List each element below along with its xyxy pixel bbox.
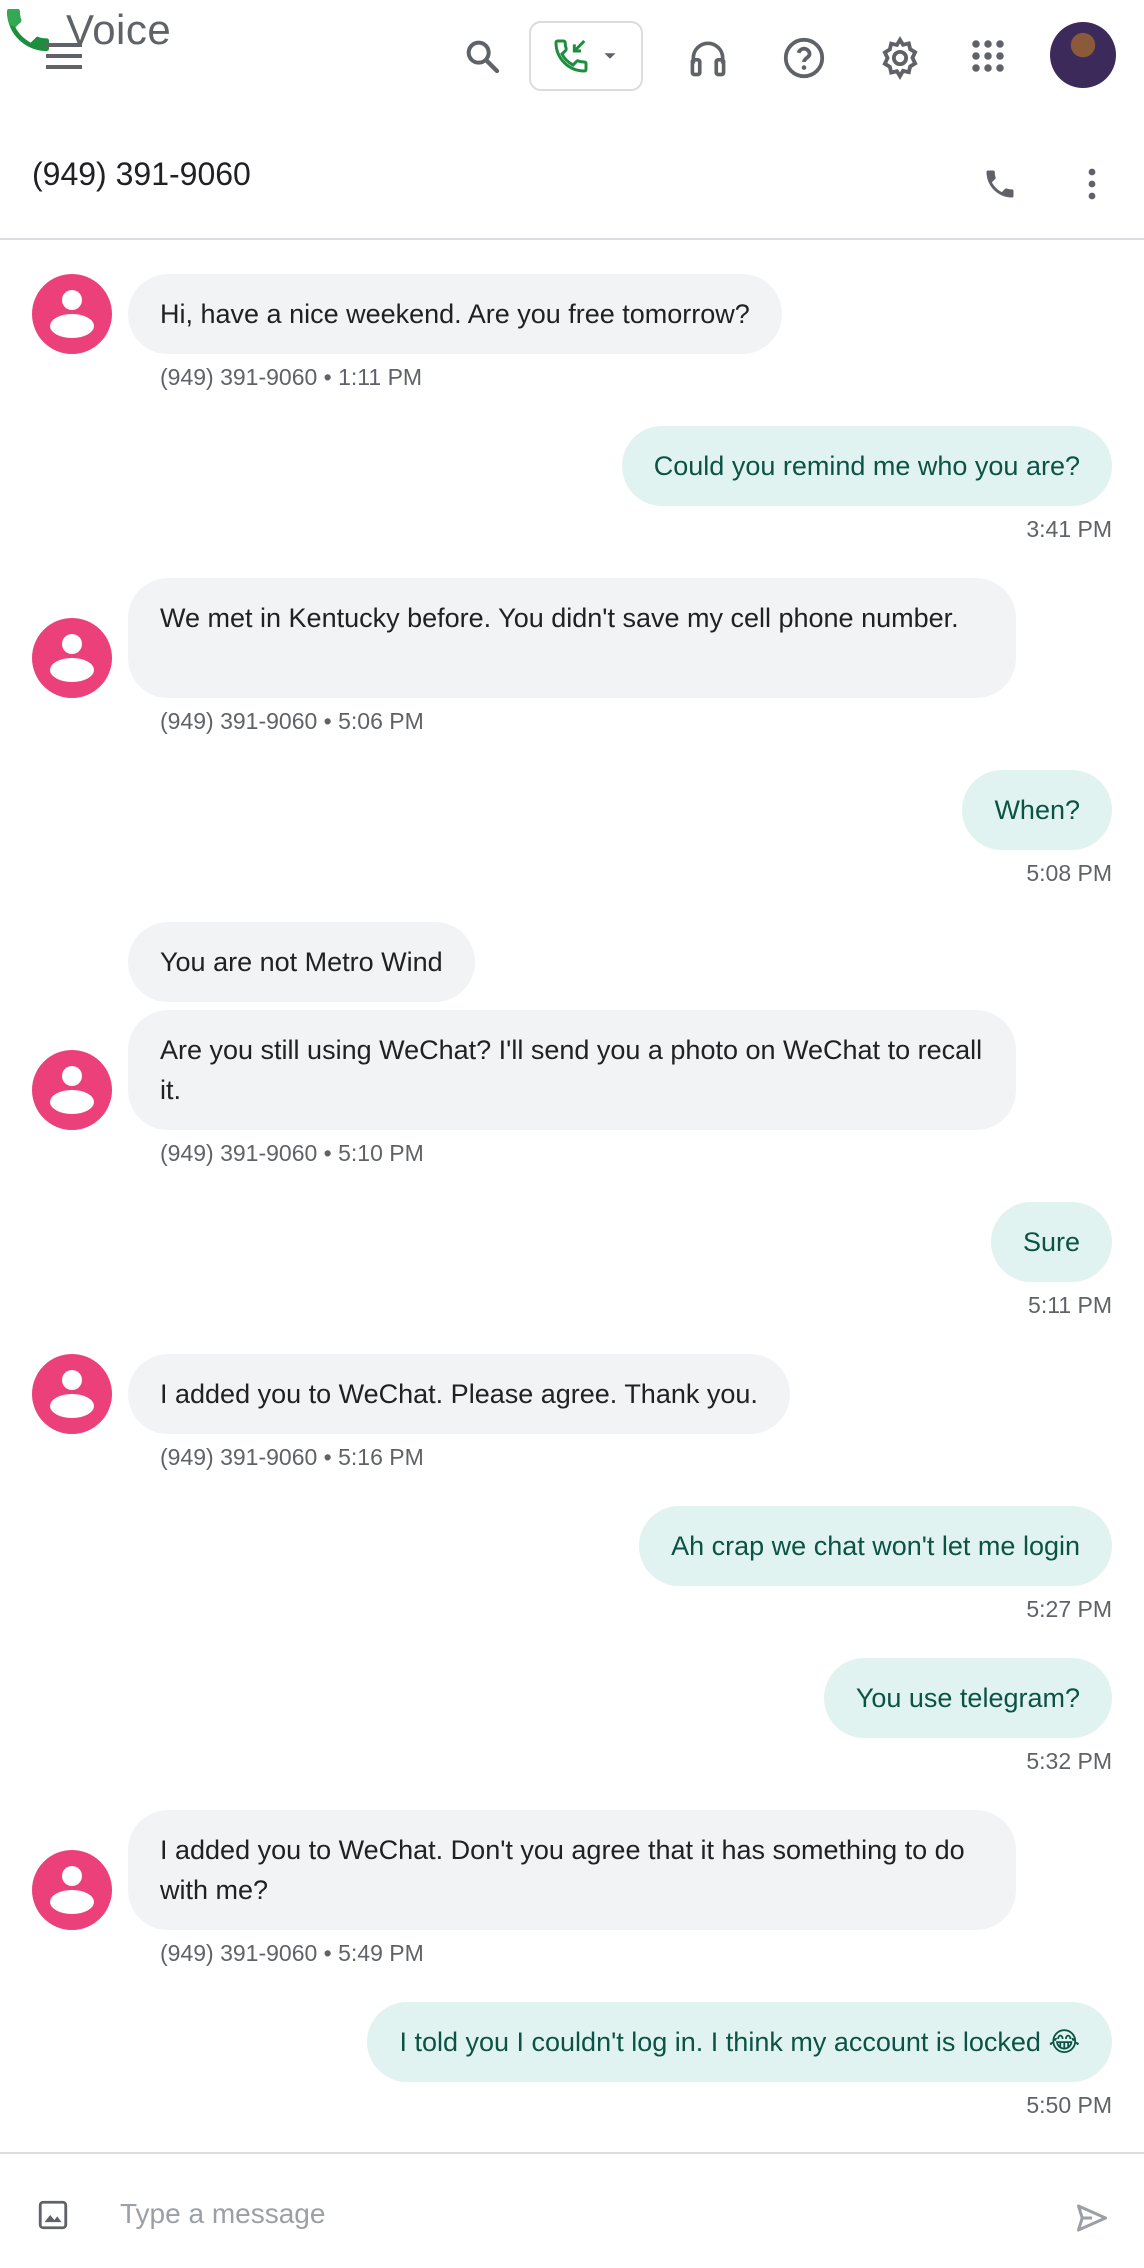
message-meta: 5:08 PM xyxy=(1026,860,1112,886)
settings-icon xyxy=(882,36,918,80)
contact-avatar-icon xyxy=(32,618,112,698)
message-meta: 5:27 PM xyxy=(1026,1596,1112,1622)
contact-avatar-icon xyxy=(32,1050,112,1130)
image-icon xyxy=(38,2200,68,2230)
chevron-down-icon xyxy=(604,53,616,59)
message-bubble-outgoing[interactable]: Ah crap we chat won't let me login xyxy=(639,1506,1112,1586)
send-button[interactable] xyxy=(1066,2192,1118,2244)
conversation-header: (949) 391-9060 xyxy=(0,116,1144,240)
message-meta: (949) 391-9060 • 5:49 PM xyxy=(160,1940,424,1966)
menu-button[interactable] xyxy=(28,26,100,86)
more-vert-icon xyxy=(1088,168,1096,200)
message-meta: 5:32 PM xyxy=(1026,1748,1112,1774)
contact-avatar-icon xyxy=(32,1354,112,1434)
message-bubble-incoming[interactable]: I added you to WeChat. Please agree. Tha… xyxy=(128,1354,790,1434)
call-mode-dropdown[interactable] xyxy=(529,21,643,91)
menu-icon xyxy=(46,43,82,69)
apps-icon xyxy=(972,40,1004,72)
message-meta: (949) 391-9060 • 5:16 PM xyxy=(160,1444,424,1470)
attach-image-button[interactable] xyxy=(30,2192,76,2238)
conversation-title: (949) 391-9060 xyxy=(32,156,251,192)
message-bubble-incoming[interactable]: We met in Kentucky before. You didn't sa… xyxy=(128,578,1016,698)
message-bubble-outgoing[interactable]: When? xyxy=(962,770,1112,850)
message-meta: 5:11 PM xyxy=(1028,1292,1112,1318)
incoming-call-icon xyxy=(554,39,588,73)
account-avatar[interactable] xyxy=(1050,22,1116,88)
apps-button[interactable] xyxy=(958,26,1018,86)
message-bubble-outgoing[interactable]: Could you remind me who you are? xyxy=(621,426,1112,506)
message-bubble-incoming[interactable]: Are you still using WeChat? I'll send yo… xyxy=(128,1010,1016,1130)
message-meta: (949) 391-9060 • 5:06 PM xyxy=(160,708,424,734)
send-icon xyxy=(1077,2204,1107,2232)
message-bubble-outgoing[interactable]: Sure xyxy=(990,1202,1112,1282)
message-bubble-outgoing[interactable]: You use telegram? xyxy=(823,1658,1112,1738)
more-options-button[interactable] xyxy=(1064,154,1120,214)
message-thread: Hi, have a nice weekend. Are you free to… xyxy=(0,240,1144,2152)
headset-icon xyxy=(690,41,726,77)
help-icon xyxy=(783,37,825,79)
message-meta: (949) 391-9060 • 5:10 PM xyxy=(160,1140,424,1166)
message-input[interactable] xyxy=(120,2184,1020,2244)
message-bubble-incoming[interactable]: I added you to WeChat. Don't you agree t… xyxy=(128,1810,1016,1930)
message-meta: (949) 391-9060 • 1:11 PM xyxy=(160,364,423,390)
message-composer xyxy=(0,2152,1144,2268)
top-app-bar: Voice xyxy=(0,0,1144,116)
support-button[interactable] xyxy=(676,26,740,90)
contact-avatar-icon xyxy=(32,1850,112,1930)
search-icon xyxy=(466,40,500,74)
message-meta: 3:41 PM xyxy=(1026,516,1112,542)
settings-button[interactable] xyxy=(868,26,932,90)
message-bubble-incoming[interactable]: You are not Metro Wind xyxy=(128,922,475,1002)
help-button[interactable] xyxy=(772,26,836,90)
search-button[interactable] xyxy=(452,26,512,86)
phone-icon xyxy=(986,170,1014,198)
message-bubble-incoming[interactable]: Hi, have a nice weekend. Are you free to… xyxy=(128,274,782,354)
message-meta: 5:50 PM xyxy=(1026,2092,1112,2118)
call-button[interactable] xyxy=(970,154,1030,214)
message-bubble-outgoing[interactable]: I told you I couldn't log in. I think my… xyxy=(367,2002,1112,2082)
contact-avatar-icon xyxy=(32,274,112,354)
